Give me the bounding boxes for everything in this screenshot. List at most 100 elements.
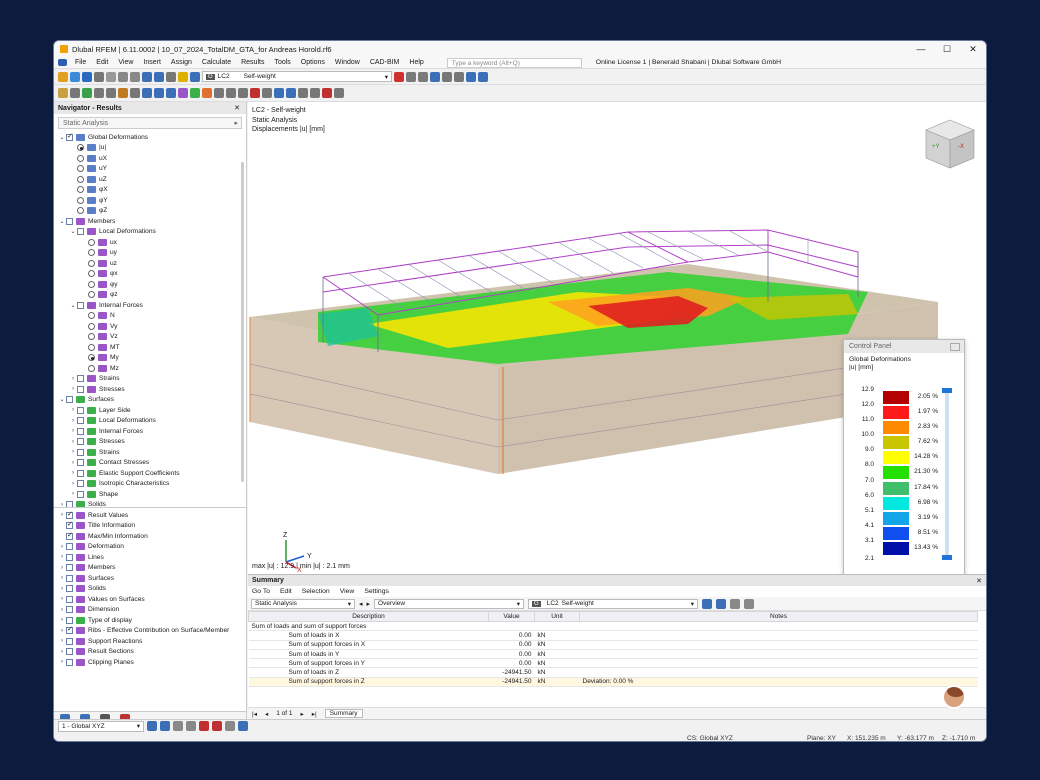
values-icon[interactable] — [250, 88, 260, 98]
app-menu-icon[interactable] — [58, 59, 67, 66]
solid-tool-icon[interactable] — [106, 88, 116, 98]
chevron-down-icon[interactable]: ⌄ — [69, 228, 77, 235]
tree-item[interactable]: φx — [54, 269, 246, 280]
chevron-right-icon[interactable]: › — [58, 565, 66, 571]
checkbox[interactable] — [66, 396, 73, 404]
display-tree-item[interactable]: › Members — [54, 563, 246, 574]
display-tree-item[interactable]: › Ribs - Effective Contribution on Surfac… — [54, 625, 246, 637]
result-toggle-icon[interactable] — [394, 71, 404, 82]
delete-icon[interactable] — [322, 88, 332, 98]
radio-button[interactable] — [88, 249, 95, 257]
chevron-down-icon[interactable]: ⌄ — [58, 134, 66, 141]
maximize-button[interactable]: ☐ — [934, 44, 960, 55]
tree-item[interactable]: MT — [54, 342, 246, 353]
display-tree-item[interactable]: › Result Values — [54, 510, 246, 521]
tree-item[interactable]: › Stresses — [54, 384, 246, 395]
checkbox[interactable] — [66, 501, 73, 507]
surface-tool-icon[interactable] — [94, 88, 104, 98]
tree-item[interactable]: φY — [54, 195, 246, 206]
display-tree-item[interactable]: › Solids — [54, 584, 246, 595]
analysis-selector[interactable]: Static Analysis ▸ — [58, 117, 242, 129]
prev-icon[interactable]: ◂ — [359, 600, 363, 608]
new-file-icon[interactable] — [58, 71, 68, 82]
tree-item[interactable]: ⌄ Surfaces — [54, 395, 246, 406]
chevron-right-icon[interactable]: › — [58, 575, 66, 581]
slider-min-handle[interactable] — [942, 555, 952, 560]
checkbox[interactable] — [77, 228, 84, 236]
display-tree-item[interactable]: › Type of display — [54, 615, 246, 626]
checkbox[interactable] — [77, 385, 84, 393]
tree-scrollbar[interactable] — [241, 162, 244, 482]
checkbox[interactable] — [66, 637, 73, 645]
checkbox[interactable] — [66, 217, 73, 225]
menu-insert[interactable]: Insert — [138, 59, 166, 66]
checkbox[interactable] — [77, 438, 84, 446]
tree-item[interactable]: φZ — [54, 206, 246, 217]
open-file-icon[interactable] — [70, 71, 80, 82]
display-tree-item[interactable]: › Surfaces — [54, 573, 246, 584]
menu-file[interactable]: File — [70, 59, 91, 66]
chevron-right-icon[interactable]: › — [69, 407, 77, 413]
print-icon[interactable] — [94, 71, 104, 82]
view-top-icon[interactable] — [154, 88, 164, 98]
radio-button[interactable] — [77, 207, 84, 215]
surface-results-icon[interactable] — [190, 88, 200, 98]
close-icon[interactable]: ✕ — [234, 104, 240, 112]
loadcase-selector[interactable]: G LC2 Self-weight ▾ — [202, 71, 392, 82]
tree-item[interactable]: N — [54, 311, 246, 322]
radio-button[interactable] — [77, 144, 84, 152]
tree-item[interactable]: Vz — [54, 332, 246, 343]
overview-select[interactable]: Overview ▾ — [374, 598, 525, 609]
deformation-icon[interactable] — [406, 71, 416, 82]
radio-button[interactable] — [88, 238, 95, 246]
table-row[interactable]: Sum of support forces in Y 0.00 kN — [248, 658, 978, 669]
tree-item[interactable]: › Internal Forces — [54, 426, 246, 437]
next-page-icon[interactable]: ▸ — [300, 710, 303, 718]
workplane-icon[interactable] — [238, 721, 248, 731]
checkbox[interactable] — [66, 574, 73, 582]
group-row[interactable]: Sum of loads and sum of support forces — [248, 621, 978, 632]
checkbox[interactable] — [77, 448, 84, 456]
radio-button[interactable] — [88, 270, 95, 278]
tree-item[interactable]: › Shape — [54, 489, 246, 500]
tree-item[interactable]: φz — [54, 290, 246, 301]
checkbox[interactable] — [66, 616, 73, 624]
chevron-right-icon[interactable]: › — [58, 554, 66, 560]
radio-button[interactable] — [88, 280, 95, 288]
tree-item[interactable]: Vy — [54, 321, 246, 332]
measure-icon[interactable] — [262, 88, 272, 98]
section-icon[interactable] — [430, 71, 440, 82]
chevron-right-icon[interactable]: › — [69, 460, 77, 466]
checkbox[interactable] — [77, 480, 84, 488]
tree-item[interactable]: › Elastic Support Coefficients — [54, 468, 246, 479]
menu-help[interactable]: Help — [404, 59, 428, 66]
dimension-icon[interactable] — [130, 88, 140, 98]
chevron-right-icon[interactable]: › — [69, 491, 77, 497]
view-front-icon[interactable] — [142, 88, 152, 98]
analysis-select[interactable]: Static Analysis ▾ — [251, 598, 355, 609]
chevron-right-icon[interactable]: › — [58, 617, 66, 623]
chevron-right-icon[interactable]: › — [58, 649, 66, 655]
wireframe-icon[interactable] — [226, 88, 236, 98]
checkbox[interactable] — [66, 564, 73, 572]
grid-icon[interactable] — [478, 71, 488, 82]
select-icon[interactable] — [58, 88, 68, 98]
chevron-down-icon[interactable]: ⌄ — [58, 218, 66, 225]
export-icon[interactable] — [744, 598, 755, 609]
slider-max-handle[interactable] — [942, 388, 952, 393]
filter-icon[interactable] — [702, 598, 713, 609]
chevron-right-icon[interactable]: › — [58, 586, 66, 592]
close-icon[interactable]: ✕ — [976, 577, 982, 585]
select-in-model-icon[interactable] — [716, 598, 727, 609]
view-side-icon[interactable] — [166, 88, 176, 98]
filter-icon[interactable] — [442, 71, 452, 82]
menu-results[interactable]: Results — [236, 59, 269, 66]
summary-loadcase-select[interactable]: G LC2 Self-weight ▾ — [528, 598, 699, 609]
table-row[interactable]: Sum of loads in Z -24941.50 kN — [248, 667, 978, 678]
table-row[interactable]: Sum of loads in X 0.00 kN — [248, 630, 978, 641]
menu-cad-bim[interactable]: CAD-BIM — [365, 59, 405, 66]
view-icon[interactable] — [142, 71, 152, 82]
member-results-icon[interactable] — [178, 88, 188, 98]
view-select[interactable]: 1 - Global XYZ ▾ — [58, 720, 144, 732]
radio-button[interactable] — [88, 322, 95, 330]
